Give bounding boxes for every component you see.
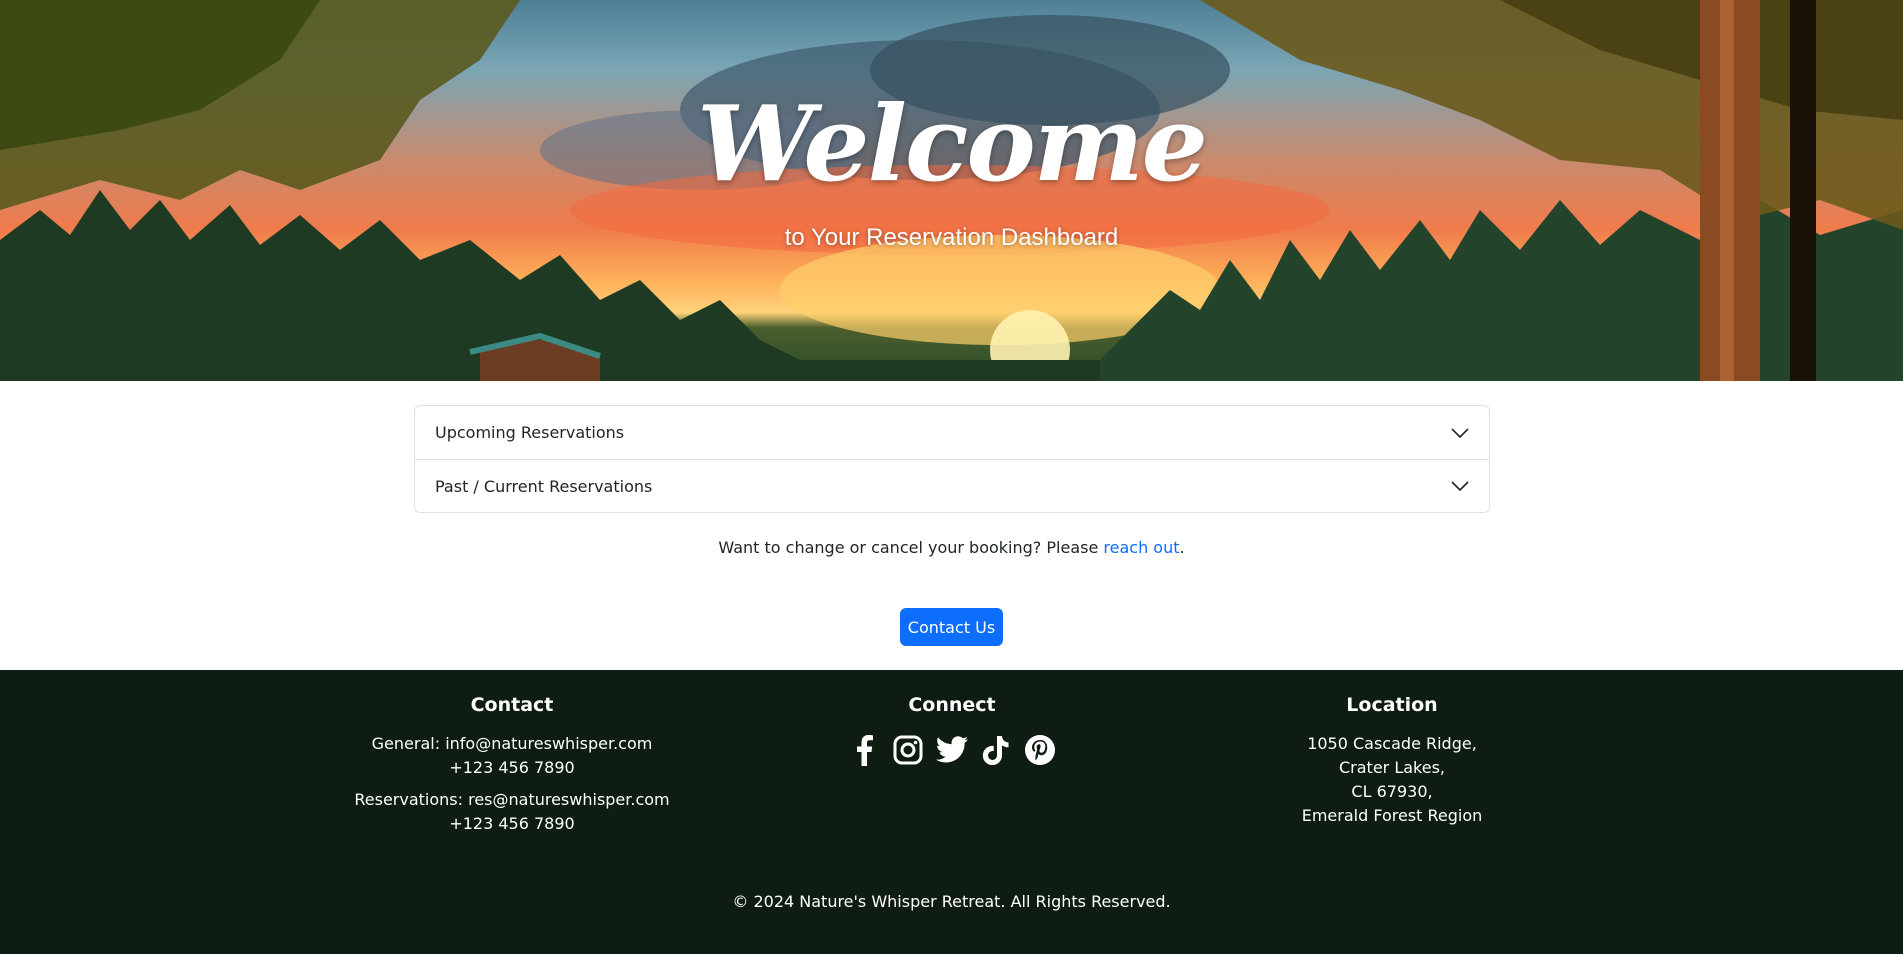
footer-contact: Contact General: info@natureswhisper.com… [292,694,732,844]
site-footer: Contact General: info@natureswhisper.com… [0,670,1903,954]
contact-us-button[interactable]: Contact Us [900,608,1003,646]
twitter-icon[interactable] [934,732,970,768]
hero-banner: Welcome to Your Reservation Dashboard [0,0,1903,381]
general-phone: +123 456 7890 [449,758,575,777]
pinterest-icon[interactable] [1022,732,1058,768]
welcome-subtitle: to Your Reservation Dashboard [784,224,1119,251]
instagram-icon[interactable] [890,732,926,768]
booking-change-note: Want to change or cancel your booking? P… [0,538,1903,557]
footer-contact-heading: Contact [470,694,554,716]
facebook-icon[interactable] [846,732,882,768]
address-line-2: Crater Lakes, [1338,758,1445,777]
booking-note-text: Want to change or cancel your booking? P… [718,538,1104,557]
footer-location: Location 1050 Cascade Ridge, Crater Lake… [1172,694,1612,836]
chevron-down-icon [1451,481,1469,491]
footer-connect: Connect [732,694,1172,768]
copyright-text: © 2024 Nature's Whisper Retreat. All Rig… [732,892,1171,911]
address-line-1: 1050 Cascade Ridge, [1307,734,1477,753]
welcome-heading: Welcome [697,82,1208,205]
general-contact: General: info@natureswhisper.com +123 45… [292,732,732,780]
reservations-accordion: Upcoming Reservations Past / Current Res… [414,405,1490,513]
general-email: General: info@natureswhisper.com [371,734,653,753]
upcoming-reservations-toggle[interactable]: Upcoming Reservations [415,406,1489,459]
tiktok-icon[interactable] [978,732,1014,768]
reservations-email: Reservations: res@natureswhisper.com [354,790,670,809]
reservations-phone: +123 456 7890 [449,814,575,833]
address: 1050 Cascade Ridge, Crater Lakes, CL 679… [1172,732,1612,828]
chevron-down-icon [1451,427,1469,438]
booking-note-end: . [1179,538,1185,557]
social-links [732,732,1172,768]
address-line-4: Emerald Forest Region [1301,806,1483,825]
past-current-reservations-toggle[interactable]: Past / Current Reservations [415,459,1489,512]
reach-out-link[interactable]: reach out [1103,538,1179,557]
address-line-3: CL 67930, [1351,782,1433,801]
upcoming-reservations-label: Upcoming Reservations [435,423,625,442]
footer-location-heading: Location [1346,694,1438,716]
footer-connect-heading: Connect [908,694,996,716]
past-current-reservations-label: Past / Current Reservations [435,476,653,496]
reservations-contact: Reservations: res@natureswhisper.com +12… [292,788,732,836]
